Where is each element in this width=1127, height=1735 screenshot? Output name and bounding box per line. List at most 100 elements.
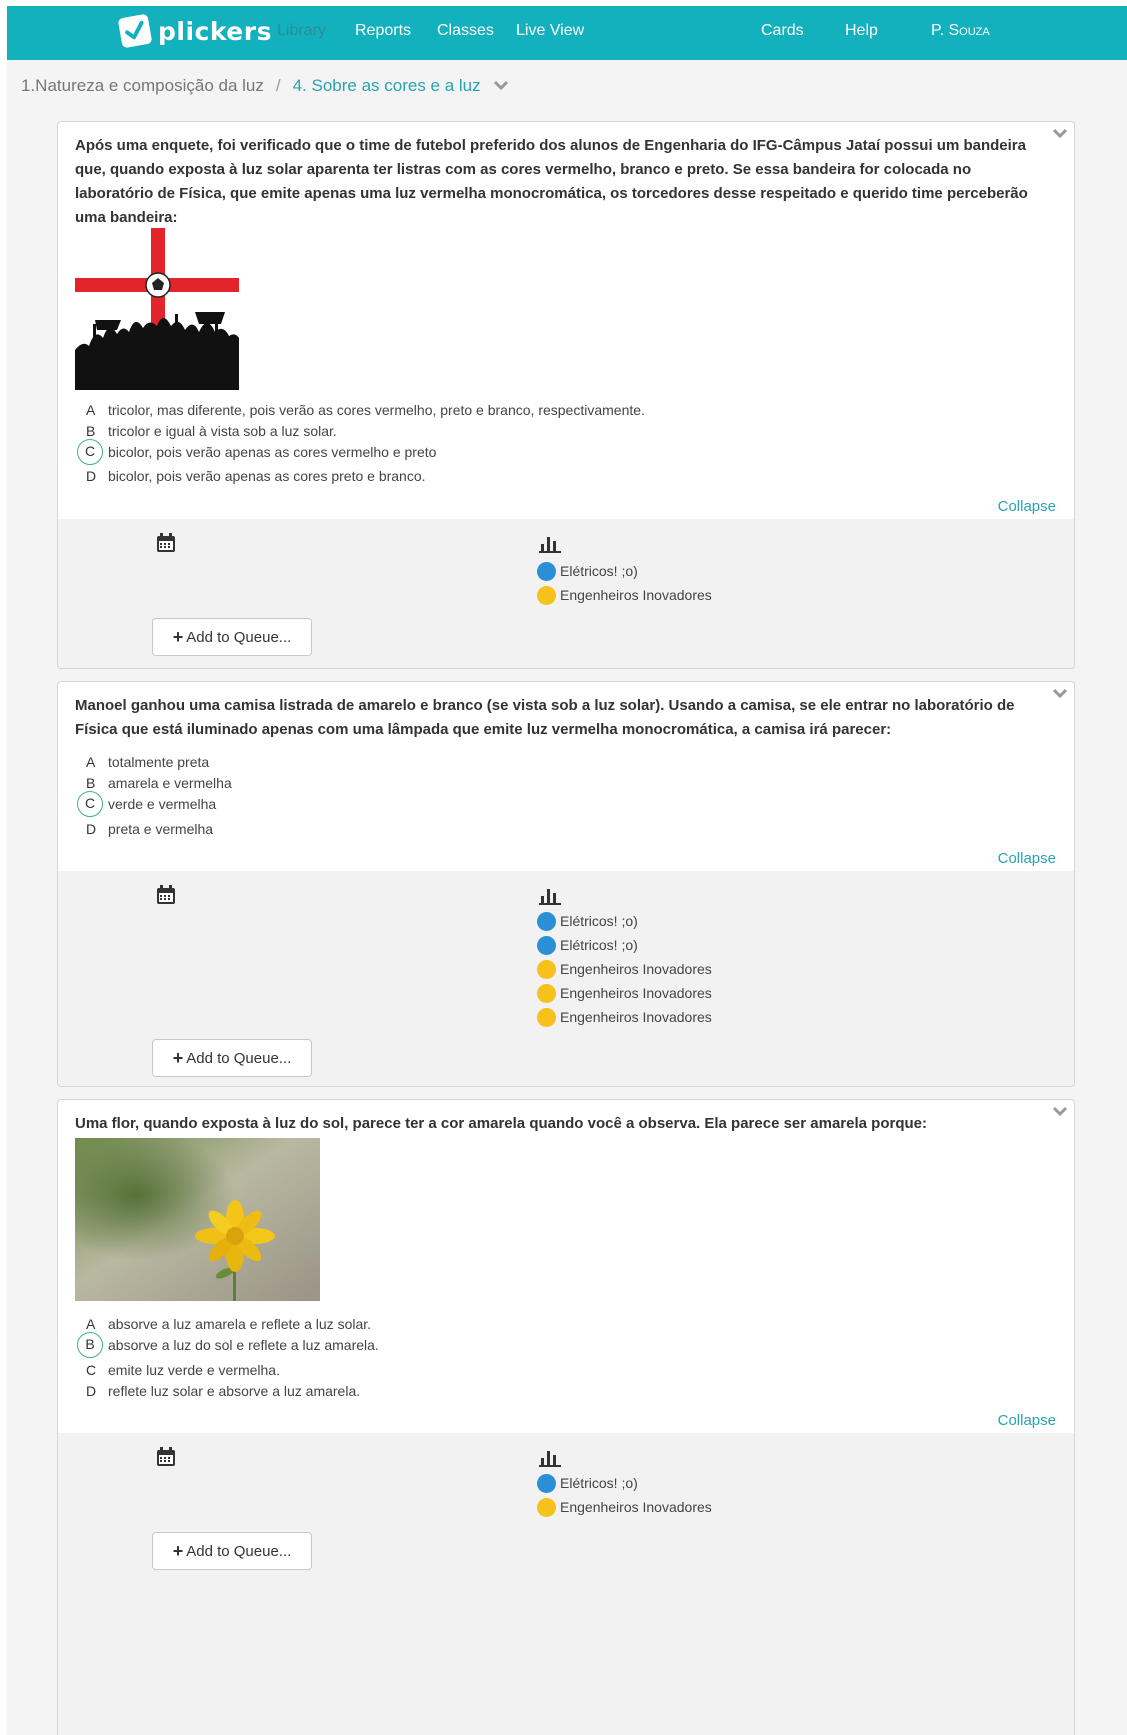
choice-text: preta e vermelha bbox=[108, 821, 214, 837]
choice-text: absorve a luz amarela e reflete a luz so… bbox=[108, 1316, 372, 1332]
collapse-link[interactable]: Collapse bbox=[998, 850, 1056, 867]
calendar-icon[interactable] bbox=[156, 1447, 176, 1472]
nav-help[interactable]: Help bbox=[845, 22, 878, 40]
card-footer: Elétricos! ;o) Elétricos! ;o) Engenheiro… bbox=[58, 871, 1074, 1086]
choice-text: verde e vermelha bbox=[108, 796, 217, 812]
choice-b-correct: B absorve a luz do sol e reflete a luz a… bbox=[77, 1332, 379, 1358]
section-list: Elétricos! ;o) Elétricos! ;o) Engenheiro… bbox=[537, 909, 712, 1029]
choice-letter: B bbox=[86, 775, 96, 791]
section-item[interactable]: Engenheiros Inovadores bbox=[537, 981, 712, 1005]
section-color-dot bbox=[537, 1007, 556, 1027]
question-image-flower bbox=[75, 1138, 320, 1301]
question-text: Manoel ganhou uma camisa listrada de ama… bbox=[75, 697, 1015, 738]
section-item[interactable]: Elétricos! ;o) bbox=[537, 933, 712, 957]
section-list: Elétricos! ;o) Engenheiros Inovadores bbox=[537, 559, 712, 607]
question-image-flag bbox=[75, 228, 239, 390]
card-chevron-down-icon[interactable] bbox=[1052, 126, 1068, 144]
section-name: Elétricos! ;o) bbox=[560, 913, 638, 929]
section-color-dot bbox=[537, 983, 556, 1003]
choice-text: reflete luz solar e absorve a luz amarel… bbox=[108, 1383, 361, 1399]
section-item[interactable]: Engenheiros Inovadores bbox=[537, 957, 712, 981]
section-color-dot bbox=[537, 1497, 556, 1517]
nav-live-view[interactable]: Live View bbox=[516, 22, 584, 40]
choice-text: tricolor e igual à vista sob a luz solar… bbox=[108, 423, 337, 439]
choice-d: D reflete luz solar e absorve a luz amar… bbox=[86, 1380, 360, 1402]
nav-user-menu[interactable]: P. Souza bbox=[931, 22, 990, 40]
nav-cards[interactable]: Cards bbox=[761, 22, 804, 40]
nav-classes[interactable]: Classes bbox=[437, 22, 494, 40]
question-card: Manoel ganhou uma camisa listrada de ama… bbox=[57, 681, 1075, 1087]
choice-letter: A bbox=[86, 754, 96, 770]
breadcrumb-parent[interactable]: 1.Natureza e composição da luz bbox=[21, 76, 264, 96]
card-footer: Elétricos! ;o) Engenheiros Inovadores + … bbox=[58, 519, 1074, 668]
card-chevron-down-icon[interactable] bbox=[1052, 686, 1068, 704]
section-name: Elétricos! ;o) bbox=[560, 1475, 638, 1491]
correct-choice-letter: C bbox=[77, 791, 103, 817]
choice-a: A totalmente preta bbox=[86, 751, 209, 773]
section-name: Elétricos! ;o) bbox=[560, 937, 638, 953]
choice-c-correct: C verde e vermelha bbox=[77, 791, 217, 817]
choice-text: absorve a luz do sol e reflete a luz ama… bbox=[108, 1337, 379, 1353]
collapse-link[interactable]: Collapse bbox=[998, 498, 1056, 515]
correct-choice-letter: B bbox=[77, 1332, 103, 1358]
plus-icon: + bbox=[172, 1048, 184, 1068]
choice-d: D preta e vermelha bbox=[86, 818, 213, 840]
add-to-queue-label: Add to Queue... bbox=[186, 1542, 292, 1560]
section-item[interactable]: Engenheiros Inovadores bbox=[537, 583, 712, 607]
choice-letter: A bbox=[86, 1316, 96, 1332]
question-text: Após uma enquete, foi verificado que o t… bbox=[75, 137, 1028, 226]
section-color-dot bbox=[537, 1473, 556, 1493]
choice-c-correct: C bicolor, pois verão apenas as cores ve… bbox=[77, 439, 437, 465]
breadcrumb-separator: / bbox=[275, 76, 281, 95]
top-nav: plickers Library Reports Classes Live Vi… bbox=[7, 6, 1127, 60]
question-text: Uma flor, quando exposta à luz do sol, p… bbox=[75, 1115, 927, 1132]
nav-reports[interactable]: Reports bbox=[355, 22, 411, 40]
section-name: Elétricos! ;o) bbox=[560, 563, 638, 579]
bar-chart-icon[interactable] bbox=[539, 1449, 561, 1472]
add-to-queue-button[interactable]: + Add to Queue... bbox=[152, 1039, 312, 1077]
add-to-queue-button[interactable]: + Add to Queue... bbox=[152, 1532, 312, 1570]
section-item[interactable]: Engenheiros Inovadores bbox=[537, 1005, 712, 1029]
bar-chart-icon[interactable] bbox=[539, 887, 561, 910]
section-name: Engenheiros Inovadores bbox=[560, 961, 712, 977]
section-item[interactable]: Elétricos! ;o) bbox=[537, 559, 712, 583]
choice-b: B amarela e vermelha bbox=[86, 772, 232, 794]
section-item[interactable]: Elétricos! ;o) bbox=[537, 1471, 712, 1495]
plus-icon: + bbox=[172, 627, 184, 647]
add-to-queue-button[interactable]: + Add to Queue... bbox=[152, 618, 312, 656]
correct-choice-letter: C bbox=[77, 439, 103, 465]
section-color-dot bbox=[537, 935, 556, 955]
choice-text: bicolor, pois verão apenas as cores verm… bbox=[108, 444, 437, 460]
plickers-logo[interactable]: plickers bbox=[117, 13, 272, 49]
bar-chart-icon[interactable] bbox=[539, 535, 561, 558]
section-name: Engenheiros Inovadores bbox=[560, 985, 712, 1001]
question-card: Após uma enquete, foi verificado que o t… bbox=[57, 121, 1075, 669]
question-card: Uma flor, quando exposta à luz do sol, p… bbox=[57, 1099, 1075, 1735]
collapse-link[interactable]: Collapse bbox=[998, 1412, 1056, 1429]
choice-a: A absorve a luz amarela e reflete a luz … bbox=[86, 1313, 371, 1335]
section-item[interactable]: Elétricos! ;o) bbox=[537, 909, 712, 933]
choice-text: bicolor, pois verão apenas as cores pret… bbox=[108, 468, 426, 484]
choice-letter: D bbox=[86, 821, 97, 837]
breadcrumb-current[interactable]: 4. Sobre as cores e a luz bbox=[293, 76, 481, 96]
section-color-dot bbox=[537, 585, 556, 605]
choice-letter: D bbox=[86, 468, 97, 484]
choice-a: A tricolor, mas diferente, pois verão as… bbox=[86, 399, 645, 421]
section-item[interactable]: Engenheiros Inovadores bbox=[537, 1495, 712, 1519]
calendar-icon[interactable] bbox=[156, 885, 176, 910]
section-name: Engenheiros Inovadores bbox=[560, 587, 712, 603]
app-page: plickers Library Reports Classes Live Vi… bbox=[7, 6, 1127, 1735]
nav-library[interactable]: Library bbox=[277, 22, 326, 40]
choice-letter: C bbox=[86, 1362, 97, 1378]
choice-c: C emite luz verde e vermelha. bbox=[86, 1359, 280, 1381]
choice-text: emite luz verde e vermelha. bbox=[108, 1362, 280, 1378]
breadcrumb-chevron-down-icon[interactable] bbox=[493, 76, 509, 96]
card-chevron-down-icon[interactable] bbox=[1052, 1104, 1068, 1122]
section-color-dot bbox=[537, 561, 556, 581]
section-color-dot bbox=[537, 959, 556, 979]
choice-text: amarela e vermelha bbox=[108, 775, 232, 791]
section-name: Engenheiros Inovadores bbox=[560, 1009, 712, 1025]
add-to-queue-label: Add to Queue... bbox=[186, 1049, 292, 1067]
calendar-icon[interactable] bbox=[156, 533, 176, 558]
add-to-queue-label: Add to Queue... bbox=[186, 628, 292, 646]
